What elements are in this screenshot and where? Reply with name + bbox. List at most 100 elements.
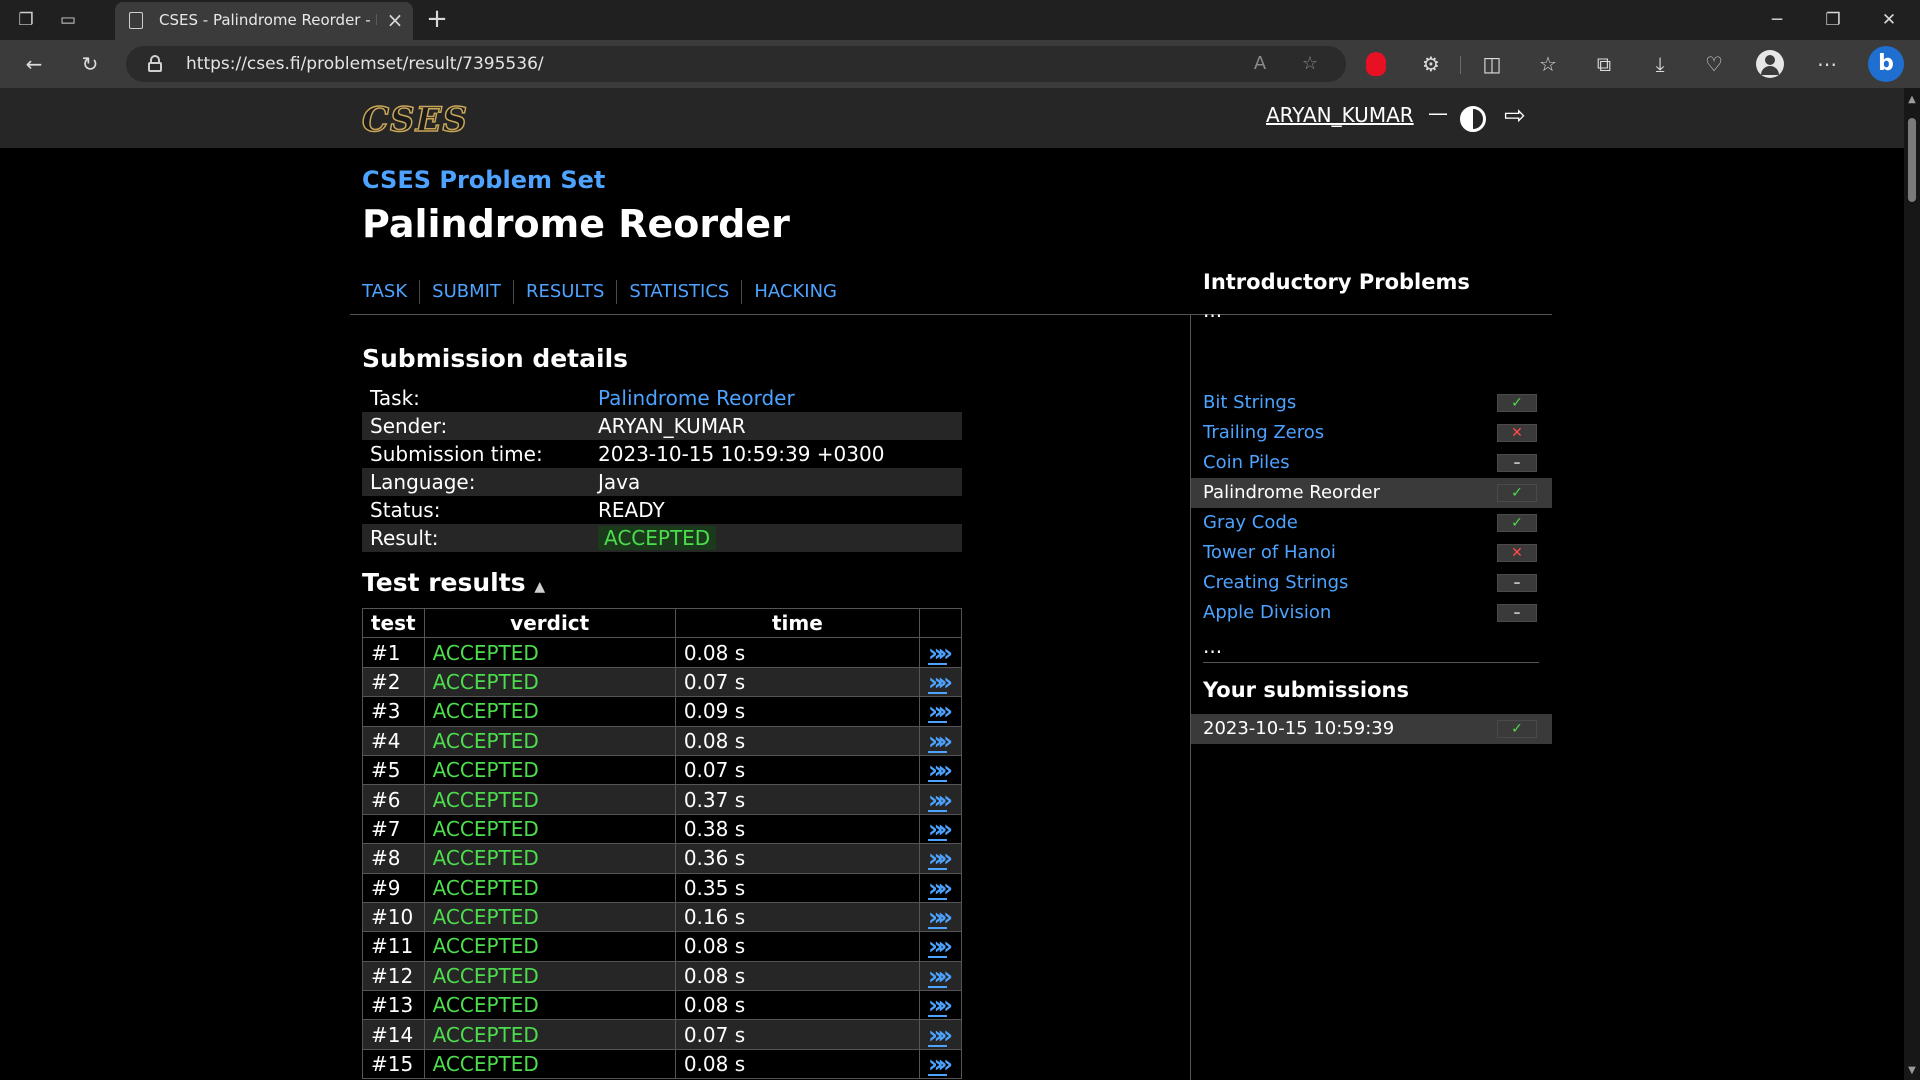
verdict-cell: ACCEPTED xyxy=(423,725,676,756)
breadcrumb[interactable]: CSES Problem Set xyxy=(362,166,605,194)
collections-icon[interactable]: ⧉ xyxy=(1590,50,1618,78)
problem-name[interactable]: Bit Strings xyxy=(1203,392,1296,413)
view-test-link[interactable]: »» xyxy=(918,901,963,933)
bing-copilot-icon[interactable]: b xyxy=(1868,46,1904,82)
problem-name[interactable]: Apple Division xyxy=(1203,602,1331,623)
view-test-link[interactable]: »» xyxy=(918,872,963,903)
test-id-cell: #11 xyxy=(362,931,425,962)
time-cell: 0.38 s xyxy=(674,813,920,845)
view-test-link[interactable]: »» xyxy=(918,754,963,786)
view-test-link[interactable]: »» xyxy=(918,666,963,698)
view-test-link[interactable]: »» xyxy=(918,725,963,756)
task-link[interactable]: Palindrome Reorder xyxy=(598,386,795,410)
time-cell: 0.07 s xyxy=(674,754,920,786)
page-title: Palindrome Reorder xyxy=(362,202,790,246)
url-text[interactable]: https://cses.fi/problemset/result/739553… xyxy=(186,54,544,74)
new-tab-button[interactable]: + xyxy=(422,5,452,35)
detail-value: Java xyxy=(590,468,962,496)
more-menu-icon[interactable]: ⋯ xyxy=(1813,50,1841,78)
detail-value: 2023-10-15 10:59:39 +0300 xyxy=(598,442,885,466)
adblock-extension-icon[interactable] xyxy=(1366,52,1386,76)
problem-name[interactable]: Tower of Hanoi xyxy=(1203,542,1336,563)
split-screen-icon[interactable]: ◫ xyxy=(1478,50,1506,78)
close-tab-icon[interactable]: × xyxy=(383,8,407,32)
workspaces-icon[interactable]: ❐ xyxy=(14,8,38,32)
test-id-cell: #3 xyxy=(362,696,425,727)
tab-results[interactable]: RESULTS xyxy=(512,280,616,304)
detail-label: Submission time: xyxy=(370,442,543,466)
test-results-heading[interactable]: Test results ▲ xyxy=(362,568,545,597)
vertical-tabs-icon[interactable]: ▭ xyxy=(56,8,80,32)
test-id-cell: #4 xyxy=(362,725,425,756)
view-test-link[interactable]: »» xyxy=(918,1019,963,1050)
page-scrollbar[interactable]: ▲ ▼ xyxy=(1904,88,1920,1080)
sidebar-problem-item[interactable]: Trailing Zeros ✕ xyxy=(1191,418,1552,448)
test-rows: #1 ACCEPTED 0.08 s»» #2 ACCEPTED 0.07 s»» #3 AC… xyxy=(362,637,963,1080)
verdict-cell: ACCEPTED xyxy=(423,637,676,668)
header-separator: — xyxy=(1428,101,1448,125)
favorite-star-icon[interactable]: ☆ xyxy=(1298,52,1322,76)
view-test-link[interactable]: »» xyxy=(918,931,963,962)
view-test-link[interactable]: »» xyxy=(918,813,963,845)
sidebar-problem-item[interactable]: Coin Piles – xyxy=(1191,448,1552,478)
sort-up-icon: ▲ xyxy=(534,579,546,595)
scroll-down-icon[interactable]: ▼ xyxy=(1906,1065,1918,1076)
view-test-link[interactable]: »» xyxy=(918,696,963,727)
contrast-icon[interactable] xyxy=(1460,106,1486,132)
logout-icon[interactable]: ⇨ xyxy=(1504,101,1526,131)
sidebar-ellipsis-top: ... xyxy=(1203,298,1223,322)
downloads-icon[interactable]: ⤓ xyxy=(1646,50,1674,78)
sidebar-problem-item[interactable]: Apple Division – xyxy=(1191,598,1552,628)
profile-avatar[interactable] xyxy=(1756,50,1784,78)
tab-title: CSES - Palindrome Reorder - Res xyxy=(159,11,377,29)
favorites-icon[interactable]: ☆ xyxy=(1534,50,1562,78)
view-test-link[interactable]: »» xyxy=(918,960,963,992)
address-bar[interactable]: https://cses.fi/problemset/result/739553… xyxy=(126,46,1346,82)
view-test-link[interactable]: »» xyxy=(918,843,963,874)
problem-name[interactable]: Trailing Zeros xyxy=(1203,422,1324,443)
refresh-icon[interactable]: ↻ xyxy=(76,50,104,78)
table-row: #13 ACCEPTED 0.08 s»» xyxy=(362,990,963,1021)
sidebar-heading: Introductory Problems xyxy=(1203,270,1470,294)
back-icon[interactable]: ← xyxy=(20,50,48,78)
submission-item[interactable]: 2023-10-15 10:59:39 ✓ xyxy=(1191,714,1552,744)
detail-label: Task: xyxy=(370,386,420,410)
view-test-link[interactable]: »» xyxy=(918,784,963,815)
verdict-cell: ACCEPTED xyxy=(423,872,676,903)
scroll-up-icon[interactable]: ▲ xyxy=(1906,94,1918,105)
view-test-link[interactable]: »» xyxy=(918,1048,963,1080)
read-aloud-icon[interactable]: A xyxy=(1248,52,1272,76)
sidebar-problem-item[interactable]: Gray Code ✓ xyxy=(1191,508,1552,538)
problem-name: Palindrome Reorder xyxy=(1203,482,1381,503)
sidebar-problem-item[interactable]: Palindrome Reorder ✓ xyxy=(1191,478,1552,508)
cses-logo[interactable]: CSES xyxy=(361,99,468,141)
sidebar-problem-item[interactable]: Creating Strings – xyxy=(1191,568,1552,598)
problem-name[interactable]: Coin Piles xyxy=(1203,452,1290,473)
extensions-icon[interactable]: ⚙ xyxy=(1417,50,1445,78)
table-header-row: test verdict time xyxy=(362,607,963,639)
view-test-link[interactable]: »» xyxy=(918,637,963,668)
task-nav: TASK SUBMIT RESULTS STATISTICS HACKING xyxy=(362,280,849,304)
user-link[interactable]: ARYAN_KUMAR xyxy=(1266,103,1414,127)
problem-name[interactable]: Gray Code xyxy=(1203,512,1298,533)
scrollbar-thumb[interactable] xyxy=(1908,118,1916,202)
tab-hacking[interactable]: HACKING xyxy=(741,280,849,304)
test-id-cell: #8 xyxy=(362,843,425,874)
browser-tab-active[interactable]: CSES - Palindrome Reorder - Res × xyxy=(115,2,413,40)
sidebar-problem-item[interactable]: Tower of Hanoi ✕ xyxy=(1191,538,1552,568)
test-id-cell: #7 xyxy=(362,813,425,845)
lock-icon xyxy=(148,55,162,72)
performance-icon[interactable]: ♡ xyxy=(1700,50,1728,78)
tab-submit[interactable]: SUBMIT xyxy=(419,280,513,304)
sidebar-problem-item[interactable]: Bit Strings ✓ xyxy=(1191,388,1552,418)
restore-button[interactable]: ❐ xyxy=(1810,4,1856,36)
check-icon: ✓ xyxy=(1497,394,1537,412)
view-test-link[interactable]: »» xyxy=(918,990,963,1021)
minimize-button[interactable]: ─ xyxy=(1754,4,1800,36)
verdict-cell: ACCEPTED xyxy=(423,901,676,933)
problem-name[interactable]: Creating Strings xyxy=(1203,572,1348,593)
tab-statistics[interactable]: STATISTICS xyxy=(616,280,741,304)
close-window-button[interactable]: ✕ xyxy=(1866,4,1912,36)
tab-task[interactable]: TASK xyxy=(362,280,419,304)
time-cell: 0.08 s xyxy=(674,960,920,992)
